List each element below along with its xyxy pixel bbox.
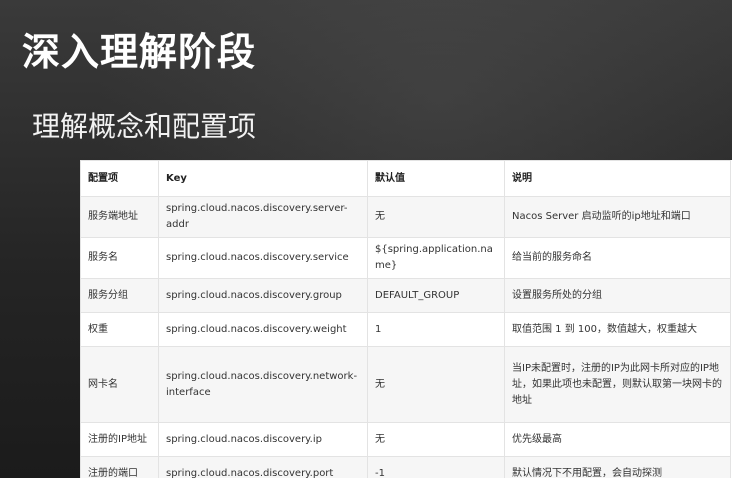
header-default-value: 默认值 bbox=[367, 160, 505, 197]
cell-key: spring.cloud.nacos.discovery.network-int… bbox=[158, 346, 368, 423]
cell-config-item: 服务端地址 bbox=[80, 196, 159, 238]
cell-default-value: DEFAULT_GROUP bbox=[367, 278, 505, 313]
cell-key: spring.cloud.nacos.discovery.server-addr bbox=[158, 196, 368, 238]
table-header-row: 配置项 Key 默认值 说明 bbox=[80, 160, 731, 197]
config-table-container: 配置项 Key 默认值 说明 服务端地址 spring.cloud.nacos.… bbox=[80, 160, 732, 478]
slide-subtitle: 理解概念和配置项 bbox=[32, 110, 257, 143]
cell-description: 默认情况下不用配置，会自动探测 bbox=[504, 456, 731, 478]
table-row: 网卡名 spring.cloud.nacos.discovery.network… bbox=[80, 346, 731, 423]
table-row: 注册的端口 spring.cloud.nacos.discovery.port … bbox=[80, 456, 731, 478]
slide-title: 深入理解阶段 bbox=[22, 30, 257, 74]
cell-description: 当IP未配置时，注册的IP为此网卡所对应的IP地址，如果此项也未配置，则默认取第… bbox=[504, 346, 731, 423]
cell-description: 优先级最高 bbox=[504, 422, 731, 457]
cell-config-item: 注册的端口 bbox=[80, 456, 159, 478]
cell-description: 取值范围 1 到 100，数值越大，权重越大 bbox=[504, 312, 731, 347]
cell-key: spring.cloud.nacos.discovery.ip bbox=[158, 422, 368, 457]
header-description: 说明 bbox=[504, 160, 731, 197]
table-row: 注册的IP地址 spring.cloud.nacos.discovery.ip … bbox=[80, 422, 731, 457]
cell-default-value: -1 bbox=[367, 456, 505, 478]
table-row: 权重 spring.cloud.nacos.discovery.weight 1… bbox=[80, 312, 731, 347]
table-row: 服务分组 spring.cloud.nacos.discovery.group … bbox=[80, 278, 731, 313]
cell-config-item: 网卡名 bbox=[80, 346, 159, 423]
cell-key: spring.cloud.nacos.discovery.port bbox=[158, 456, 368, 478]
cell-key: spring.cloud.nacos.discovery.group bbox=[158, 278, 368, 313]
cell-default-value: 无 bbox=[367, 196, 505, 238]
table-row: 服务名 spring.cloud.nacos.discovery.service… bbox=[80, 237, 731, 279]
cell-key: spring.cloud.nacos.discovery.service bbox=[158, 237, 368, 279]
cell-description: Nacos Server 启动监听的ip地址和端口 bbox=[504, 196, 731, 238]
cell-config-item: 服务分组 bbox=[80, 278, 159, 313]
config-table: 配置项 Key 默认值 说明 服务端地址 spring.cloud.nacos.… bbox=[80, 160, 731, 478]
cell-config-item: 注册的IP地址 bbox=[80, 422, 159, 457]
cell-default-value: 无 bbox=[367, 422, 505, 457]
cell-config-item: 权重 bbox=[80, 312, 159, 347]
cell-default-value: ${spring.application.name} bbox=[367, 237, 505, 279]
cell-default-value: 1 bbox=[367, 312, 505, 347]
cell-description: 给当前的服务命名 bbox=[504, 237, 731, 279]
cell-config-item: 服务名 bbox=[80, 237, 159, 279]
cell-key: spring.cloud.nacos.discovery.weight bbox=[158, 312, 368, 347]
header-key: Key bbox=[158, 160, 368, 197]
table-row: 服务端地址 spring.cloud.nacos.discovery.serve… bbox=[80, 196, 731, 238]
header-config-item: 配置项 bbox=[80, 160, 159, 197]
cell-default-value: 无 bbox=[367, 346, 505, 423]
cell-description: 设置服务所处的分组 bbox=[504, 278, 731, 313]
